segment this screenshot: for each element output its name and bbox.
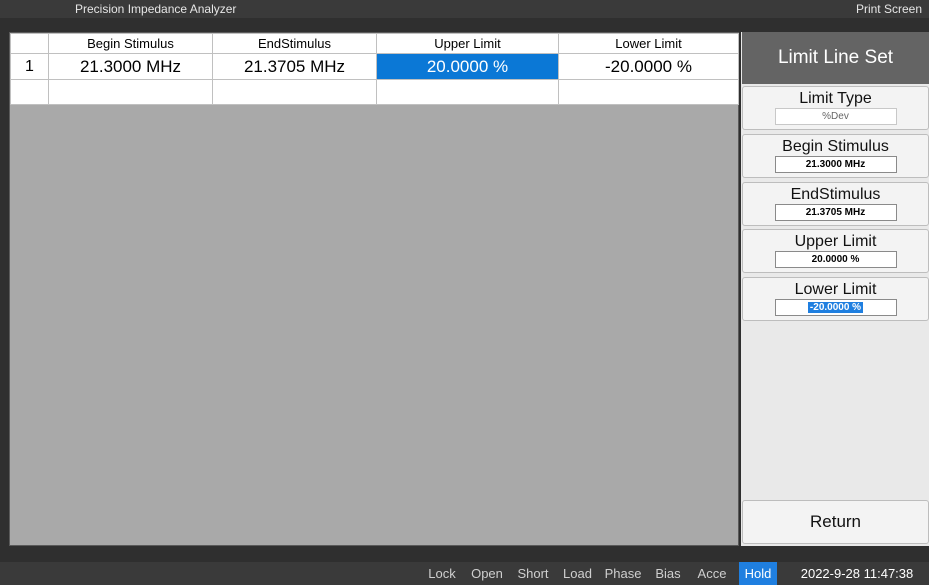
empty-cell[interactable]	[376, 79, 559, 105]
header-begin-stimulus: Begin Stimulus	[48, 33, 213, 54]
empty-cell[interactable]	[212, 79, 377, 105]
table-row-empty[interactable]	[10, 79, 739, 105]
window-title: Precision Impedance Analyzer	[75, 2, 237, 16]
status-phase: Phase	[604, 566, 642, 581]
end-stimulus-label: EndStimulus	[790, 186, 881, 203]
panel-title: Limit Line Set	[742, 32, 929, 84]
print-screen-button[interactable]: Print Screen	[851, 1, 927, 17]
status-load: Load	[563, 566, 592, 581]
limit-type-value: %Dev	[774, 108, 897, 125]
return-button[interactable]: Return	[742, 500, 929, 544]
header-lower-limit: Lower Limit	[558, 33, 739, 54]
lower-limit-label: Lower Limit	[794, 281, 877, 298]
limit-table: Begin Stimulus EndStimulus Upper Limit L…	[10, 33, 739, 105]
cell-end-stimulus[interactable]: 21.3705 MHz	[212, 53, 377, 80]
limit-table-area: Begin Stimulus EndStimulus Upper Limit L…	[9, 32, 739, 546]
status-open: Open	[471, 566, 503, 581]
status-acce: Acce	[697, 566, 727, 581]
begin-stimulus-label: Begin Stimulus	[782, 138, 889, 155]
cell-begin-stimulus[interactable]: 21.3000 MHz	[48, 53, 213, 80]
lower-limit-softkey[interactable]: Lower Limit -20.0000 %	[742, 277, 929, 321]
table-header-row: Begin Stimulus EndStimulus Upper Limit L…	[10, 33, 739, 54]
status-bar: Lock Open Short Load Phase Bias Acce Hol…	[0, 562, 929, 585]
cell-upper-limit[interactable]: 20.0000 %	[376, 53, 559, 80]
upper-limit-label: Upper Limit	[794, 233, 877, 250]
end-stimulus-value[interactable]: 21.3705 MHz	[774, 204, 897, 221]
analyzer-window: Precision Impedance Analyzer Print Scree…	[0, 0, 929, 585]
cell-lower-limit[interactable]: -20.0000 %	[558, 53, 739, 80]
lower-limit-value[interactable]: -20.0000 %	[774, 299, 897, 316]
softkey-panel: Limit Line Set Limit Type %Dev Begin Sti…	[741, 32, 929, 546]
status-datetime: 2022-9-28 11:47:38	[800, 566, 914, 581]
end-stimulus-softkey[interactable]: EndStimulus 21.3705 MHz	[742, 182, 929, 226]
status-short: Short	[517, 566, 549, 581]
status-hold: Hold	[739, 562, 777, 585]
empty-cell[interactable]	[10, 79, 49, 105]
begin-stimulus-value[interactable]: 21.3000 MHz	[774, 156, 897, 173]
empty-cell[interactable]	[48, 79, 213, 105]
limit-type-softkey[interactable]: Limit Type %Dev	[742, 86, 929, 130]
header-upper-limit: Upper Limit	[376, 33, 559, 54]
header-end-stimulus: EndStimulus	[212, 33, 377, 54]
begin-stimulus-softkey[interactable]: Begin Stimulus 21.3000 MHz	[742, 134, 929, 178]
status-lock: Lock	[428, 566, 456, 581]
status-bias: Bias	[655, 566, 681, 581]
header-index	[10, 33, 49, 54]
empty-cell[interactable]	[558, 79, 739, 105]
upper-limit-value[interactable]: 20.0000 %	[774, 251, 897, 268]
lower-limit-value-text[interactable]: -20.0000 %	[807, 302, 864, 313]
row-index[interactable]: 1	[10, 53, 49, 80]
limit-type-label: Limit Type	[799, 90, 872, 107]
title-bar: Precision Impedance Analyzer Print Scree…	[0, 0, 929, 18]
upper-limit-softkey[interactable]: Upper Limit 20.0000 %	[742, 229, 929, 273]
table-row[interactable]: 1 21.3000 MHz 21.3705 MHz 20.0000 % -20.…	[10, 53, 739, 80]
